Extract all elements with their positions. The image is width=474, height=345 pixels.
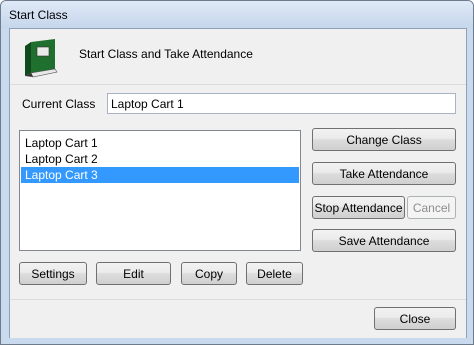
title-bar[interactable]: Start Class (1, 1, 473, 28)
close-button[interactable]: Close (374, 307, 456, 330)
current-class-field[interactable]: Laptop Cart 1 (107, 93, 456, 114)
header-title: Start Class and Take Attendance (79, 47, 253, 61)
settings-button[interactable]: Settings (19, 262, 87, 285)
cancel-button[interactable]: Cancel (407, 196, 456, 219)
stop-attendance-button[interactable]: Stop Attendance (312, 196, 405, 219)
copy-button[interactable]: Copy (181, 262, 237, 285)
window-title: Start Class (9, 8, 68, 22)
class-listbox[interactable]: Laptop Cart 1 Laptop Cart 2 Laptop Cart … (19, 130, 301, 251)
list-item[interactable]: Laptop Cart 2 (21, 151, 299, 167)
book-icon (25, 39, 58, 78)
current-class-label: Current Class (22, 97, 96, 111)
dialog-header: Start Class and Take Attendance (10, 29, 466, 85)
start-class-window: Start Class Start Class and Take Attenda… (0, 0, 474, 345)
change-class-button[interactable]: Change Class (312, 128, 456, 151)
edit-button[interactable]: Edit (96, 262, 171, 285)
list-item-selected[interactable]: Laptop Cart 3 (21, 167, 299, 183)
dialog-footer: Close (10, 299, 466, 338)
list-item[interactable]: Laptop Cart 1 (21, 135, 299, 151)
dialog-client-area: Start Class and Take Attendance Current … (9, 28, 467, 338)
delete-button[interactable]: Delete (246, 262, 303, 285)
save-attendance-button[interactable]: Save Attendance (312, 229, 456, 252)
take-attendance-button[interactable]: Take Attendance (312, 162, 456, 185)
